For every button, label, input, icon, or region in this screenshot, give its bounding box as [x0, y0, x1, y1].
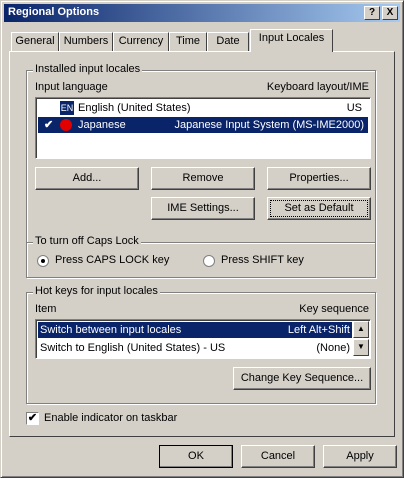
remove-button[interactable]: Remove — [151, 167, 255, 190]
col-item: Item — [35, 303, 57, 315]
properties-button[interactable]: Properties... — [267, 167, 371, 190]
ok-button[interactable]: OK — [159, 445, 233, 468]
close-button[interactable]: X — [382, 6, 398, 20]
check-icon: ✔ — [44, 119, 54, 131]
help-button[interactable]: ? — [364, 6, 380, 20]
locale-layout: US — [346, 102, 362, 114]
tab-panel: Installed input locales Input language K… — [9, 51, 395, 437]
regional-options-dialog: Regional Options ? X General Numbers Cur… — [0, 0, 404, 478]
tab-currency[interactable]: Currency — [113, 32, 169, 51]
change-key-sequence-button[interactable]: Change Key Sequence... — [233, 367, 371, 390]
list-item[interactable]: ✔ Japanese Japanese Input System (MS-IME… — [38, 117, 368, 133]
apply-button[interactable]: Apply — [323, 445, 397, 468]
window-title: Regional Options — [8, 6, 100, 18]
indicator-label[interactable]: Enable indicator on taskbar — [44, 412, 177, 424]
japanese-ime-icon — [60, 119, 72, 131]
locale-language: English (United States) — [78, 102, 191, 114]
cancel-button[interactable]: Cancel — [241, 445, 315, 468]
installed-locales-list[interactable]: EN English (United States) US ✔ Japanese… — [35, 97, 371, 159]
col-key-sequence: Key sequence — [299, 303, 369, 315]
shift-option-label[interactable]: Press SHIFT key — [221, 254, 304, 266]
installed-locales-legend: Installed input locales — [33, 63, 143, 75]
hotkey-item: Switch to English (United States) - US — [40, 342, 226, 354]
hotkey-sequence: (None) — [316, 342, 350, 354]
tab-input-locales[interactable]: Input Locales — [250, 29, 333, 52]
caps-lock-radio[interactable] — [37, 255, 49, 267]
tab-time[interactable]: Time — [169, 32, 207, 51]
hotkey-item: Switch between input locales — [40, 324, 182, 336]
locale-language: Japanese — [78, 119, 126, 131]
set-as-default-button[interactable]: Set as Default — [267, 197, 371, 220]
ime-settings-button[interactable]: IME Settings... — [151, 197, 255, 220]
title-bar[interactable]: Regional Options ? X — [4, 4, 400, 22]
caps-lock-option-label[interactable]: Press CAPS LOCK key — [55, 254, 169, 266]
scroll-up-icon[interactable]: ▲ — [353, 321, 369, 338]
list-item[interactable]: Switch between input locales Left Alt+Sh… — [38, 322, 352, 338]
hot-keys-group: Hot keys for input locales Item Key sequ… — [26, 285, 376, 404]
tab-date[interactable]: Date — [207, 32, 249, 51]
caps-lock-legend: To turn off Caps Lock — [33, 235, 141, 247]
language-badge-icon: EN — [60, 101, 74, 115]
caps-lock-group: To turn off Caps Lock Press CAPS LOCK ke… — [26, 235, 376, 278]
list-item[interactable]: Switch to English (United States) - US (… — [38, 340, 352, 356]
add-button[interactable]: Add... — [35, 167, 139, 190]
locale-layout: Japanese Input System (MS-IME2000) — [174, 119, 364, 131]
list-item[interactable]: EN English (United States) US — [38, 100, 368, 116]
hot-keys-legend: Hot keys for input locales — [33, 285, 160, 297]
shift-radio[interactable] — [203, 255, 215, 267]
hot-keys-list[interactable]: Switch between input locales Left Alt+Sh… — [35, 319, 371, 359]
tab-numbers[interactable]: Numbers — [59, 32, 113, 51]
hotkey-sequence: Left Alt+Shift — [287, 324, 350, 336]
scroll-down-icon[interactable]: ▼ — [353, 339, 369, 356]
col-keyboard-layout: Keyboard layout/IME — [266, 81, 369, 93]
tab-general[interactable]: General — [11, 32, 59, 51]
indicator-checkbox[interactable]: ✔ — [26, 412, 39, 425]
col-input-language: Input language — [35, 81, 108, 93]
